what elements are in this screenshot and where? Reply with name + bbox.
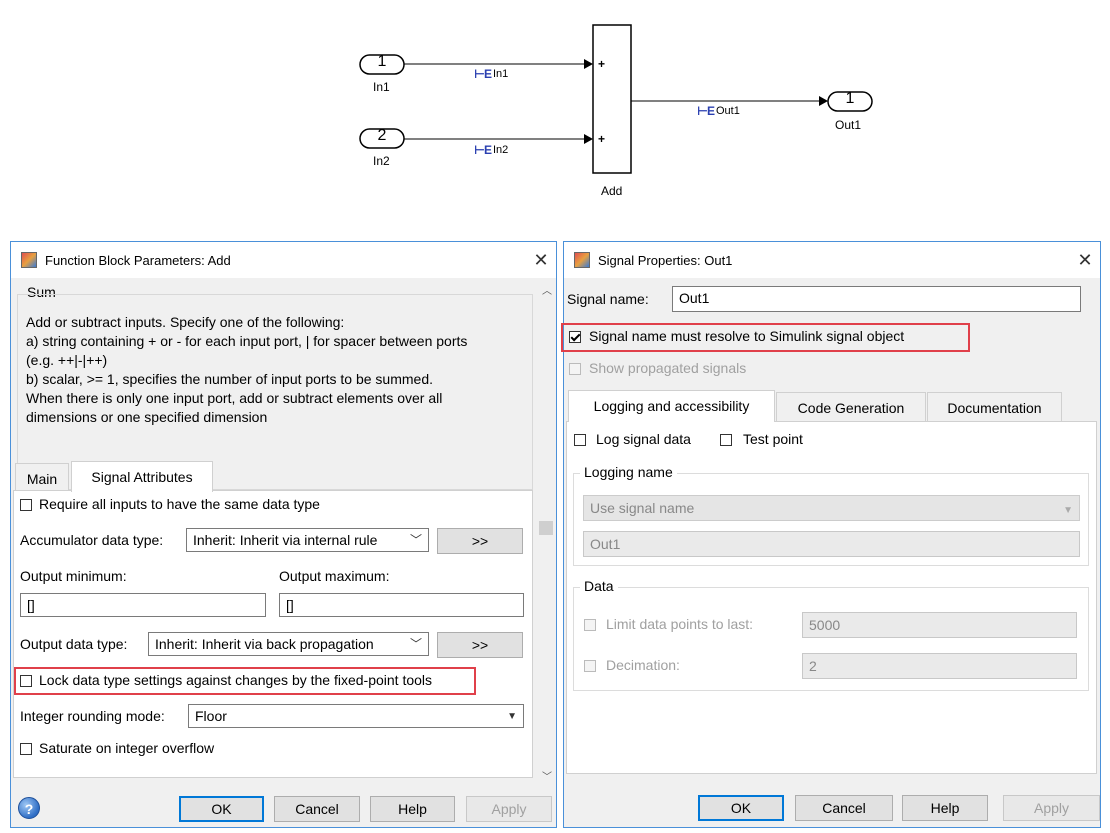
help-icon[interactable]: ? [18,797,40,819]
out1-port-number: 1 [845,90,855,107]
block-description: Add or subtract inputs. Specify one of t… [26,314,468,425]
apply-button[interactable]: Apply [466,796,552,822]
in1-arrow [584,59,593,69]
resolve-checkbox[interactable] [569,331,581,343]
dropdown-arrow-icon: ▼ [1063,505,1073,516]
out1-label: Out1 [835,118,862,132]
function-block-parameters-dialog: Function Block Parameters: Add ✕ Sum Add… [10,241,557,828]
chevron-down-icon: ﹀ [409,533,422,547]
resolve-icon: ⊢E [697,104,715,118]
simulink-app-icon [574,252,590,268]
sp-title: Signal Properties: Out1 [598,252,733,268]
output-type-assistant-button[interactable]: >> [437,632,523,658]
lock-data-type-checkbox[interactable] [20,675,32,687]
resolve-icon: ⊢E [474,143,492,157]
log-signal-checkbox[interactable] [574,434,586,446]
logging-name-group-title: Logging name [580,464,677,480]
diagram-lines [359,24,873,174]
tab-documentation[interactable]: Documentation [927,392,1062,422]
simulink-diagram: 1 In1 2 In2 1 Out1 + + Add ⊢E In1 ⊢E In2… [0,0,1110,210]
decimation-input[interactable]: 2 [802,653,1077,679]
tab-logging-and-accessibility[interactable]: Logging and accessibility [568,390,775,422]
sp-titlebar: Signal Properties: Out1 ✕ [564,242,1100,278]
limit-data-points-input[interactable]: 5000 [802,612,1077,638]
logging-name-input[interactable]: Out1 [583,531,1080,557]
signal-name-input[interactable]: Out1 [672,286,1081,312]
ok-button[interactable]: OK [698,795,784,821]
accumulator-assistant-button[interactable]: >> [437,528,523,554]
data-group-title: Data [580,578,618,594]
close-icon[interactable]: ✕ [1070,250,1100,271]
accumulator-label: Accumulator data type: [20,532,164,548]
add-label: Add [601,184,623,198]
rounding-mode-select[interactable]: Floor ▼ [188,704,524,728]
decimation-checkbox[interactable] [584,660,596,672]
add-plus-2: + [598,132,606,146]
accumulator-type-select[interactable]: Inherit: Inherit via internal rule ﹀ [186,528,429,552]
in2-arrow [584,134,593,144]
in2-signal-label[interactable]: ⊢E In2 [474,143,508,157]
tab-code-generation[interactable]: Code Generation [776,392,926,422]
limit-data-points-checkbox[interactable] [584,619,596,631]
output-data-type-select[interactable]: Inherit: Inherit via back propagation ﹀ [148,632,429,656]
tab-main[interactable]: Main [15,463,69,491]
simulink-app-icon [21,252,37,268]
require-same-type-label: Require all inputs to have the same data… [39,496,320,512]
in2-label: In2 [373,154,390,168]
chevron-down-icon: ﹀ [409,637,422,651]
add-plus-1: + [598,57,606,71]
output-minimum-label: Output minimum: [20,568,127,584]
limit-data-points-label: Limit data points to last: [606,616,754,632]
apply-button[interactable]: Apply [1003,795,1100,821]
decimation-label: Decimation: [606,657,680,673]
cancel-button[interactable]: Cancel [795,795,893,821]
require-same-type-checkbox[interactable] [20,499,32,511]
in1-port-number: 1 [377,53,387,70]
help-button[interactable]: Help [902,795,988,821]
show-propagated-label: Show propagated signals [589,360,747,376]
out1-arrow [819,96,828,106]
signal-properties-dialog: Signal Properties: Out1 ✕ Signal name: O… [561,241,1101,828]
saturate-checkbox[interactable] [20,743,32,755]
in1-signal-label[interactable]: ⊢E In1 [474,67,508,81]
fbp-titlebar: Function Block Parameters: Add ✕ [11,242,556,278]
tab-signal-attributes[interactable]: Signal Attributes [71,461,213,492]
logging-name-mode-select[interactable]: Use signal name ▼ [583,495,1080,521]
output-maximum-label: Output maximum: [279,568,390,584]
ok-button[interactable]: OK [179,796,264,822]
out1-signal-label[interactable]: ⊢E Out1 [697,104,740,118]
output-maximum-input[interactable]: [] [279,593,524,617]
output-data-type-label: Output data type: [20,636,128,652]
scroll-thumb[interactable] [539,521,553,535]
dropdown-arrow-icon: ▼ [507,711,517,722]
test-point-label: Test point [743,431,803,447]
resolve-icon: ⊢E [474,67,492,81]
fbp-title: Function Block Parameters: Add [45,252,231,268]
scroll-up-icon[interactable]: ︿ [542,282,552,297]
lock-data-type-label: Lock data type settings against changes … [39,672,433,688]
log-signal-label: Log signal data [596,431,691,447]
scroll-down-icon[interactable]: ﹀ [542,768,552,783]
cancel-button[interactable]: Cancel [274,796,360,822]
in1-label: In1 [373,80,390,94]
saturate-label: Saturate on integer overflow [39,740,215,756]
fbp-scrollbar[interactable]: ︿ ﹀ [538,278,554,784]
help-button[interactable]: Help [370,796,455,822]
show-propagated-checkbox[interactable] [569,363,581,375]
signal-name-label: Signal name: [567,291,649,307]
close-icon[interactable]: ✕ [526,250,556,271]
in2-port-number: 2 [377,127,387,144]
add-block-shape [592,24,632,174]
output-minimum-input[interactable]: [] [20,593,266,617]
rounding-mode-label: Integer rounding mode: [20,708,165,724]
test-point-checkbox[interactable] [720,434,732,446]
resolve-label: Signal name must resolve to Simulink sig… [589,328,905,344]
